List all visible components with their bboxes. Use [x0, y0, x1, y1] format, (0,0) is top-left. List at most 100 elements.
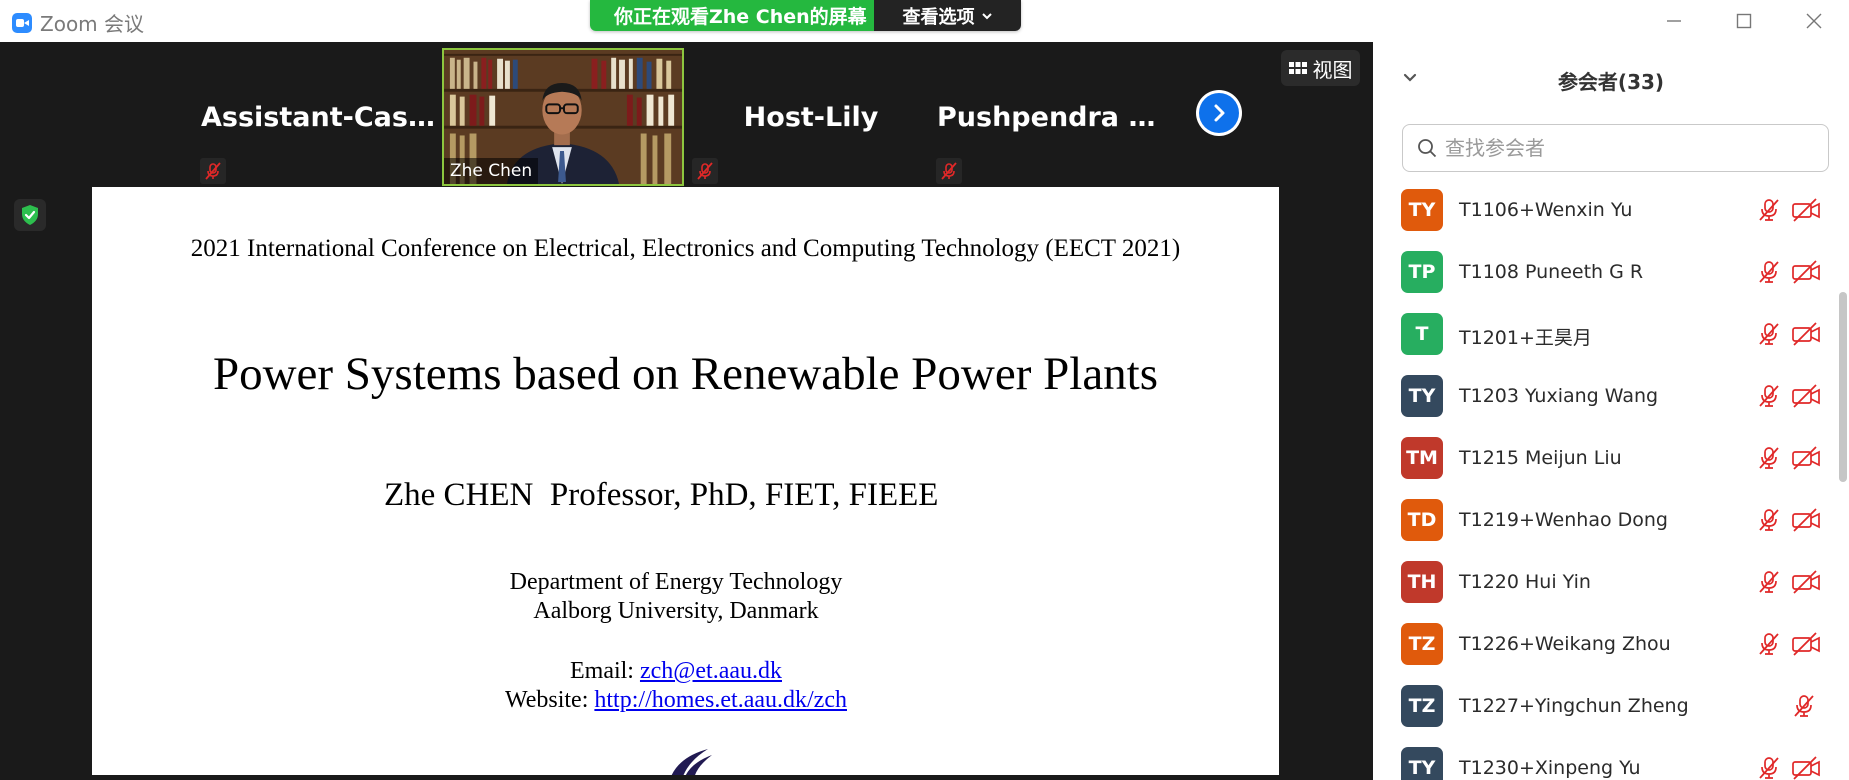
participant-name: Host-Lily: [743, 101, 879, 133]
security-shield-icon[interactable]: [14, 199, 46, 231]
mic-muted-icon: [200, 158, 226, 184]
app-title: Zoom 会议: [12, 8, 144, 37]
slide-university: Aalborg University, Danmark: [533, 598, 819, 624]
panel-header: 参会者(33): [1373, 42, 1849, 114]
window-controls: [1639, 0, 1849, 42]
avatar: TZ: [1401, 623, 1443, 665]
participant-row[interactable]: TD T1219+Wenhao Dong: [1373, 491, 1831, 553]
avatar: TZ: [1401, 685, 1443, 727]
slide-conference: 2021 International Conference on Electri…: [190, 235, 1181, 262]
video-strip: Assistant-Cassie Zhe Chen Host-Lily Push…: [0, 42, 1373, 187]
avatar: TD: [1401, 499, 1443, 541]
video-off-icon: [1791, 569, 1821, 595]
video-tile-assistant-cassie[interactable]: Assistant-Cassie: [198, 48, 440, 186]
participant-row[interactable]: TY T1106+Wenxin Yu: [1373, 181, 1831, 243]
video-off-icon: [1791, 259, 1821, 285]
avatar: TY: [1401, 189, 1443, 231]
mic-muted-icon: [1756, 569, 1782, 595]
chevron-down-icon: [981, 12, 992, 19]
view-options-label: 查看选项: [902, 6, 975, 28]
window-title: Zoom 会议: [40, 12, 145, 36]
avatar: TH: [1401, 561, 1443, 603]
participants-title: 参会者(33): [1557, 70, 1665, 94]
shared-screen-slide: 2021 International Conference on Electri…: [92, 187, 1279, 775]
participant-name: Zhe Chen: [444, 158, 539, 184]
minimize-icon: [1667, 20, 1681, 22]
avatar: TP: [1401, 251, 1443, 293]
maximize-icon: [1736, 13, 1752, 29]
video-off-icon: [1791, 631, 1821, 657]
meeting-area: Assistant-Cassie Zhe Chen Host-Lily Push…: [0, 42, 1373, 780]
participant-search: [1402, 124, 1829, 172]
grid-view-icon: [1288, 62, 1307, 74]
mic-muted-icon: [1756, 259, 1782, 285]
share-banner: 你正在观看Zhe Chen的屏幕 查看选项: [590, 0, 1021, 31]
mic-muted-icon: [1756, 631, 1782, 657]
participant-row[interactable]: TY T1230+Xinpeng Yu: [1373, 739, 1831, 780]
mic-muted-icon: [936, 158, 962, 184]
participant-name: T1227+Yingchun Zheng: [1459, 695, 1689, 717]
scrollbar-thumb[interactable]: [1839, 292, 1847, 482]
participant-name: T1106+Wenxin Yu: [1459, 199, 1633, 221]
view-options-button[interactable]: 查看选项: [874, 0, 1021, 31]
participant-name: T1220 Hui Yin: [1459, 571, 1591, 593]
mic-muted-icon: [1791, 693, 1817, 719]
avatar: T: [1401, 313, 1443, 355]
avatar: TY: [1401, 375, 1443, 417]
participant-row[interactable]: TZ T1227+Yingchun Zheng: [1373, 677, 1831, 739]
participant-name: T1215 Meijun Liu: [1459, 447, 1622, 469]
mic-muted-icon: [1756, 383, 1782, 409]
participant-name: T1226+Weikang Zhou: [1459, 633, 1671, 655]
participant-name: T1108 Puneeth G R: [1459, 261, 1644, 283]
participant-name: T1230+Xinpeng Yu: [1459, 757, 1641, 779]
video-off-icon: [1791, 197, 1821, 223]
participant-name: T1219+Wenhao Dong: [1459, 509, 1668, 531]
zoom-logo-icon: [12, 12, 32, 33]
slide-email-line: Email: zch@et.aau.dk: [92, 658, 1260, 685]
video-off-icon: [1791, 445, 1821, 471]
view-button[interactable]: 视图: [1281, 50, 1360, 86]
slide-title: Power Systems based on Renewable Power P…: [212, 348, 1159, 400]
slide-website-line: Website: http://homes.et.aau.dk/zch: [92, 687, 1260, 714]
participant-name: Pushpendra Sin...: [937, 101, 1173, 133]
mic-muted-icon: [1756, 321, 1782, 347]
participant-row[interactable]: TY T1203 Yuxiang Wang: [1373, 367, 1831, 429]
video-tile-host-lily[interactable]: Host-Lily: [690, 48, 932, 186]
participant-list: TY T1106+Wenxin Yu TP T1108 Puneeth G R T T12…: [1373, 181, 1831, 780]
university-logo-icon: [671, 749, 712, 775]
video-tile-pushpendra[interactable]: Pushpendra Sin...: [934, 48, 1176, 186]
video-off-icon: [1791, 383, 1821, 409]
participant-row[interactable]: T T1201+王昊月: [1373, 305, 1831, 367]
email-link[interactable]: zch@et.aau.dk: [640, 658, 782, 684]
participant-row[interactable]: TZ T1226+Weikang Zhou: [1373, 615, 1831, 677]
participants-panel: 参会者(33) TY T1106+Wenxin Yu TP T1108 Puneeth…: [1373, 42, 1849, 780]
video-off-icon: [1791, 321, 1821, 347]
search-input[interactable]: [1445, 128, 1828, 168]
participant-name: T1203 Yuxiang Wang: [1459, 385, 1659, 407]
search-icon: [1418, 139, 1437, 158]
avatar: TY: [1401, 747, 1443, 780]
chevron-right-icon: [1214, 104, 1225, 122]
email-label: Email:: [569, 658, 640, 684]
participant-row[interactable]: TP T1108 Puneeth G R: [1373, 243, 1831, 305]
website-link[interactable]: http://homes.et.aau.dk/zch: [594, 687, 847, 713]
participant-row[interactable]: TH T1220 Hui Yin: [1373, 553, 1831, 615]
mic-muted-icon: [1756, 445, 1782, 471]
maximize-button[interactable]: [1709, 0, 1779, 42]
close-button[interactable]: [1779, 0, 1849, 42]
mic-muted-icon: [1756, 755, 1782, 780]
mic-muted-icon: [692, 158, 718, 184]
minimize-button[interactable]: [1639, 0, 1709, 42]
avatar: TM: [1401, 437, 1443, 479]
video-tile-zhe-chen[interactable]: Zhe Chen: [442, 48, 684, 186]
participant-row[interactable]: TM T1215 Meijun Liu: [1373, 429, 1831, 491]
next-page-button[interactable]: [1196, 90, 1242, 136]
participant-name: Assistant-Cassie: [201, 101, 437, 133]
view-button-label: 视图: [1312, 57, 1353, 82]
close-icon: [1806, 13, 1822, 29]
video-off-icon: [1791, 507, 1821, 533]
slide-department: Department of Energy Technology: [509, 569, 843, 595]
title-bar: Zoom 会议 你正在观看Zhe Chen的屏幕 查看选项: [0, 0, 1849, 42]
video-off-icon: [1791, 755, 1821, 780]
participant-name: T1201+王昊月: [1459, 327, 1592, 349]
